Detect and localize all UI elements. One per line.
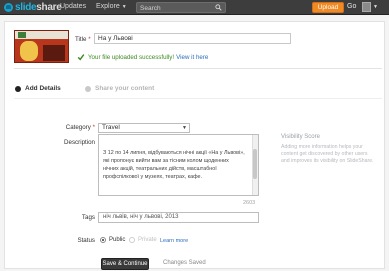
upload-panel: Title * На у Львові Your file uploaded s… [4,21,385,270]
search-box[interactable] [136,2,226,13]
learn-more-link[interactable]: Learn more [160,238,188,244]
changes-saved-status: Changes Saved [163,260,206,266]
public-radio[interactable] [100,237,106,243]
thumbnail-shadow [43,45,65,61]
category-label-text: Category [65,124,91,131]
slideshare-logo-icon [4,3,13,12]
tags-field[interactable]: ніч львів, ніч у львові, 2013 [98,212,259,223]
chevron-down-icon: ▼ [182,125,187,131]
nav-explore[interactable]: Explore ▼ [96,3,127,10]
view-upload-link[interactable]: View it here [176,54,208,61]
tags-label: Tags [81,214,95,221]
step-2-indicator [85,86,91,92]
thumbnail-fire [20,41,38,61]
user-go-link[interactable]: Go [347,3,356,10]
character-count: 2603 [243,200,256,206]
thumbnail-logo [18,32,26,38]
presentation-thumbnail[interactable] [14,30,69,63]
slideshare-logo[interactable]: slideshare [4,2,62,13]
chevron-down-icon: ▼ [121,4,127,10]
step-add-details[interactable]: Add Details [25,85,61,92]
logo-text-prefix: slide [15,2,37,13]
search-input[interactable] [140,4,210,12]
description-label: Description [64,139,95,146]
nav-updates[interactable]: Updates [60,3,86,10]
nav-explore-label: Explore [96,3,120,10]
search-icon[interactable] [215,4,222,11]
title-label-value: Title [75,36,87,43]
chevron-down-icon[interactable]: ▼ [373,4,378,10]
success-message: Your file uploaded successfully! [88,53,175,61]
category-selected-value: Travel [102,124,120,131]
public-radio-label[interactable]: Public [109,237,125,243]
save-continue-button[interactable]: Save & Continue [101,258,149,270]
logo-text: slideshare [15,2,62,13]
avatar[interactable] [362,2,371,12]
visibility-score-title: Visibility Score [281,134,320,140]
description-scrollbar-thumb[interactable] [253,149,257,179]
check-icon [77,54,85,61]
divider [14,98,382,99]
category-label: Category * [61,124,95,131]
title-field[interactable]: На у Львові [94,33,291,44]
description-text: З 12 по 14 липня, відбуваються нічні акц… [103,150,245,180]
upload-button[interactable]: Upload [312,2,344,13]
private-radio[interactable] [129,237,135,243]
step-share-content: Share your content [95,85,155,92]
visibility-score-description: Adding more information helps your conte… [281,144,374,164]
top-navigation-bar: slideshare Updates Explore▼ Upload Go ▼ [0,0,389,15]
required-marker: * [88,36,91,43]
required-marker: * [92,124,95,131]
step-1-indicator [15,86,21,92]
logo-text-suffix: share [36,2,62,13]
status-label: Status [77,237,95,244]
divider [14,68,382,69]
description-textarea[interactable]: З 12 по 14 липня, відбуваються нічні акц… [98,134,259,196]
private-radio-label[interactable]: Private [138,237,157,243]
upload-success-row: Your file uploaded successfully! View it… [77,53,208,61]
category-select[interactable]: Travel ▼ [98,123,190,133]
title-label-text: Title * [75,36,91,43]
